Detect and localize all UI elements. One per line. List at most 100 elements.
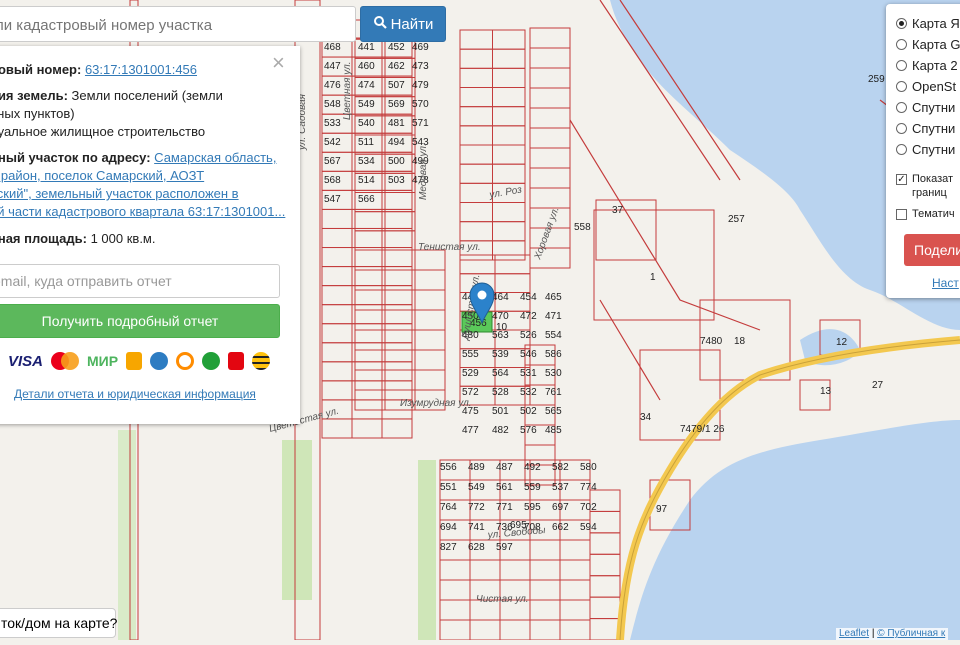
thematic-label: Тематич [912,208,955,220]
report-button[interactable]: Получить подробный отчет [0,304,280,338]
parcel-number: 476 [324,80,341,91]
sberbank-icon [202,352,221,370]
webmoney-icon [150,352,169,370]
parcel-number: 18 [734,336,746,347]
radio-icon [896,59,907,71]
parcel-number: 34 [640,412,652,423]
parcel-number: 549 [468,482,485,493]
parcel-number: 540 [358,118,375,129]
green-strip-2 [418,460,436,640]
street-label: Цветная ул. [342,61,353,120]
parcel-number: 533 [324,118,341,129]
parcel-number: 465 [545,292,562,303]
parcel-number: 477 [462,425,479,436]
parcel-number: 551 [440,482,457,493]
parcel-number: 548 [324,99,341,110]
share-button[interactable]: Подели [904,234,960,266]
parcel-number: 827 [440,542,457,553]
layer-option-5[interactable]: Спутни [896,119,955,137]
settings-link[interactable]: Наст [932,276,959,290]
parcel-number: 539 [492,349,509,360]
category-row: рия земель: Земли поселений (земли [0,86,223,105]
use-value: дуальное жилищное строительство [0,124,206,139]
find-button-label: Найти [390,15,434,33]
search-input[interactable] [0,7,357,43]
parcel-number: 597 [496,542,513,553]
parcel-number: 27 [872,380,884,391]
show-borders-toggle[interactable]: ✓ Показат [896,170,953,188]
thematic-toggle[interactable]: Тематич [896,205,955,223]
parcel-number: 582 [552,462,569,473]
parcel-number: 441 [358,42,375,53]
parcel-number: 555 [462,349,479,360]
details-link[interactable]: Детали отчета и юридическая информация [14,387,256,401]
parcel-number: 503 [388,175,405,186]
parcel-number: 572 [462,387,479,398]
street-label: Изумрудная ул. [400,398,472,409]
parcel-number: 534 [358,156,375,167]
street-label: Тенистая ул. [418,242,481,253]
checkbox-icon [896,208,907,220]
attribution-separator: | [871,628,875,639]
parcel-number: 7479/1 26 [680,424,725,435]
layer-option-0[interactable]: Карта Я [896,14,960,32]
find-house-tip[interactable]: ток/дом на карте? [0,608,118,638]
address-link-3[interactable]: ьский", земельный участок расположен в [0,186,239,201]
find-button[interactable]: Найти [360,6,446,42]
parcel-number: 547 [324,194,341,205]
parcel-number: 537 [552,482,569,493]
parcel-number: 771 [496,502,513,513]
show-borders-label-2: границ [912,187,947,199]
cadastral-label: ровый номер: [0,62,82,77]
yandex-money-icon [126,352,143,370]
address-label: ьный участок по адресу: [0,150,151,165]
category-value-2: нных пунктов) [0,106,75,121]
layer-option-4[interactable]: Спутни [896,98,955,116]
parcel-number: 576 [520,425,537,436]
close-icon[interactable]: × [272,52,285,74]
green-strip-3 [118,430,136,640]
parcel-number: 507 [388,80,405,91]
address-link-2[interactable]: й район, поселок Самарский, АОЗТ [0,168,204,183]
parcel-number: 464 [492,292,509,303]
address-link-1[interactable]: Самарская область, [154,150,276,165]
category-value: Земли поселений (земли [71,88,223,103]
parcel-number: 447 [324,61,341,72]
parcel-number: 741 [468,522,485,533]
parcel-number: 501 [492,406,509,417]
parcel-number: 97 [656,504,668,515]
layer-option-3[interactable]: OpenSt [896,77,956,95]
radio-icon [896,122,907,134]
layer-option-6[interactable]: Спутни [896,140,955,158]
layer-option-2[interactable]: Карта 2 [896,56,958,74]
parcel-number: 500 [388,156,405,167]
parcel-number: 561 [496,482,513,493]
parcel-number: 452 [388,42,405,53]
parcel-number: 568 [324,175,341,186]
parcel-number: 471 [545,311,562,322]
checkbox-checked-icon: ✓ [896,173,907,185]
layer-option-1[interactable]: Карта G [896,35,960,53]
leaflet-link[interactable]: Leaflet [839,628,869,639]
parcel-number: 546 [520,349,537,360]
layer-switcher: Карта Я Карта G Карта 2 OpenSt Спутни Спутни С… [886,4,960,298]
address-link-4[interactable]: ой части кадастрового квартала 63:17:130… [0,204,285,219]
address-row: ьный участок по адресу: Самарская област… [0,148,276,167]
parcel-number: 558 [574,222,591,233]
parcel-number: 460 [358,61,375,72]
parcel-number: 13 [820,386,832,397]
email-field[interactable]: email, куда отправить отчет [0,264,280,298]
parcel-number: 469 [412,42,429,53]
area-row: нная площадь: 1 000 кв.м. [0,229,155,248]
report-button-label: Получить подробный отчет [41,313,219,329]
parcel-number: 511 [358,137,374,148]
parcel-number: 526 [520,330,537,341]
find-house-tip-label: ток/дом на карте? [1,615,118,631]
parcel-number: 570 [412,99,429,110]
layer-option-label: Спутни [912,120,956,136]
cadastral-link[interactable]: 63:17:1301001:456 [85,62,197,77]
visa-icon: VISA [8,352,44,370]
parcel-number: 37 [612,205,624,216]
parcel-number: 586 [545,349,562,360]
public-map-link[interactable]: © Публичная к [877,628,945,639]
